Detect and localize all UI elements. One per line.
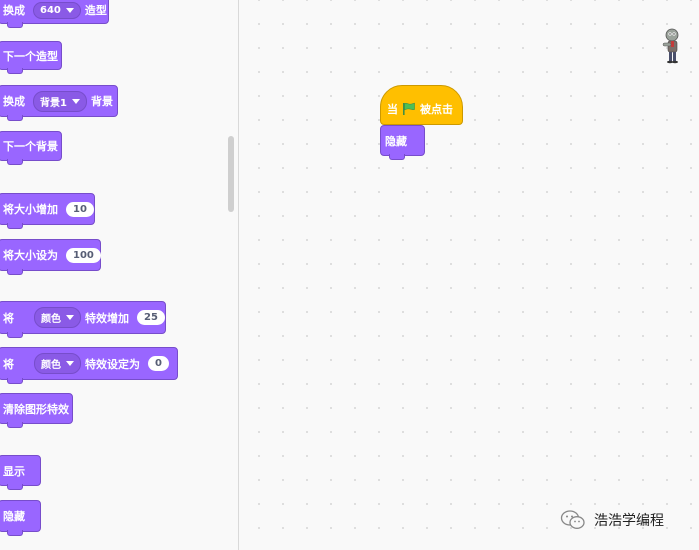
wechat-icon <box>560 510 585 529</box>
hide-block[interactable]: 隐藏 <box>0 500 41 536</box>
chevron-down-icon <box>71 98 80 104</box>
block-label: 特效增加 <box>85 311 129 325</box>
script-workspace[interactable] <box>239 0 699 550</box>
wechat-watermark: 浩浩学编程 <box>560 509 664 531</box>
effect-dropdown[interactable]: 颜色 <box>34 353 81 374</box>
block-label: 背景 <box>90 95 113 108</box>
next-backdrop-block[interactable]: 下一个背景 <box>0 131 62 165</box>
change-effect-block[interactable]: 将 颜色 特效增加 25 <box>0 301 166 338</box>
block-label: 换成 <box>3 95 25 108</box>
backdrop-dropdown[interactable]: 背景1 <box>33 90 87 112</box>
effect-change-input[interactable]: 25 <box>137 310 165 325</box>
block-label: 将 <box>3 357 14 371</box>
block-label: 下一个背景 <box>3 140 58 153</box>
block-label: 换成 <box>3 4 25 17</box>
block-label: 将 <box>3 311 14 325</box>
next-costume-block[interactable]: 下一个造型 <box>0 41 62 74</box>
block-label: 造型 <box>84 4 107 17</box>
hide-block-script[interactable]: 隐藏 <box>380 125 425 160</box>
block-label: 隐藏 <box>385 134 407 148</box>
switch-costume-block[interactable]: 换成 640 造型 <box>0 0 109 28</box>
block-label: 清除图形特效 <box>3 402 69 416</box>
chevron-down-icon <box>65 7 74 13</box>
size-change-input[interactable]: 10 <box>66 201 94 217</box>
set-effect-block[interactable]: 将 颜色 特效设定为 0 <box>0 347 178 384</box>
show-block[interactable]: 显示 <box>0 455 41 490</box>
block-label: 将大小设为 <box>3 249 58 262</box>
chevron-down-icon <box>66 361 74 366</box>
change-size-block[interactable]: 将大小增加 10 <box>0 193 95 229</box>
chevron-down-icon <box>66 315 74 320</box>
palette-scrollbar[interactable] <box>228 136 234 212</box>
zombie-sprite-icon <box>662 28 679 64</box>
effect-set-input[interactable]: 0 <box>148 356 169 371</box>
switch-backdrop-block[interactable]: 换成 背景1 背景 <box>0 85 118 121</box>
block-label: 隐藏 <box>3 510 25 523</box>
costume-dropdown[interactable]: 640 <box>33 1 81 19</box>
block-label: 当 <box>387 103 398 116</box>
size-set-input[interactable]: 100 <box>66 247 101 263</box>
block-label: 将大小增加 <box>3 203 58 216</box>
block-label: 被点击 <box>420 103 453 116</box>
set-size-block[interactable]: 将大小设为 100 <box>0 239 101 275</box>
effect-dropdown[interactable]: 颜色 <box>34 307 81 328</box>
block-label: 特效设定为 <box>85 357 140 371</box>
block-label: 下一个造型 <box>3 49 58 63</box>
clear-effects-block[interactable]: 清除图形特效 <box>0 393 73 428</box>
block-palette: 换成 640 造型 下一个造型 换成 背景1 背景 下一个背景 将大小增加 10… <box>0 0 238 550</box>
block-label: 显示 <box>3 464 25 478</box>
watermark-text: 浩浩学编程 <box>594 513 664 529</box>
green-flag-icon <box>403 102 415 115</box>
when-flag-clicked-block[interactable]: 当 被点击 <box>380 85 463 125</box>
